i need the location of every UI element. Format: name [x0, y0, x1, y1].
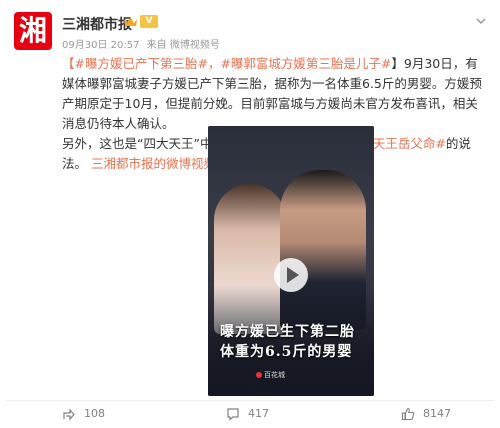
video-player[interactable]: 曝方媛已生下第二胎 体重为6.5斤的男婴 百花城 — [208, 126, 374, 396]
divider — [6, 400, 494, 401]
video-link[interactable]: 三湘都市报的微博视频 — [91, 156, 216, 171]
like-icon — [401, 407, 415, 421]
topic-tag[interactable]: 【#曝方媛已产下第三胎# — [62, 56, 208, 71]
logo-dot-icon — [256, 372, 262, 378]
video-caption-line1: 曝方媛已生下第二胎 — [220, 324, 355, 340]
post-source: 来自 微博视频号 — [146, 40, 220, 51]
video-caption: 曝方媛已生下第二胎 体重为6.5斤的男婴 — [220, 322, 370, 362]
video-logo-text: 百花城 — [264, 371, 285, 379]
verified-badge: V — [140, 15, 158, 28]
crown-icon — [124, 17, 137, 26]
comment-icon — [227, 408, 239, 421]
comment-count: 417 — [248, 407, 269, 420]
topic-tag[interactable]: ，#曝郭富城方媛第三胎是儿子# — [208, 56, 391, 71]
post-meta: 09月30日 20:57 来自 微博视频号 — [62, 36, 224, 51]
follow-chevron-icon[interactable] — [474, 14, 488, 28]
avatar[interactable]: 湘 — [14, 12, 52, 50]
like-count: 8147 — [423, 407, 451, 420]
play-icon[interactable] — [274, 258, 308, 292]
weibo-post-card: 湘 三湘都市报 V 09月30日 20:57 来自 微博视频号 【#曝方媛已产下… — [6, 4, 494, 424]
video-caption-line2: 体重为6.5斤的男婴 — [220, 344, 353, 360]
author-name[interactable]: 三湘都市报 — [62, 14, 132, 34]
share-icon — [63, 408, 75, 421]
share-count: 108 — [84, 407, 105, 420]
post-time[interactable]: 09月30日 20:57 — [62, 40, 139, 51]
video-logo: 百花城 — [256, 370, 285, 380]
action-bar: 108 417 8147 — [6, 404, 494, 426]
